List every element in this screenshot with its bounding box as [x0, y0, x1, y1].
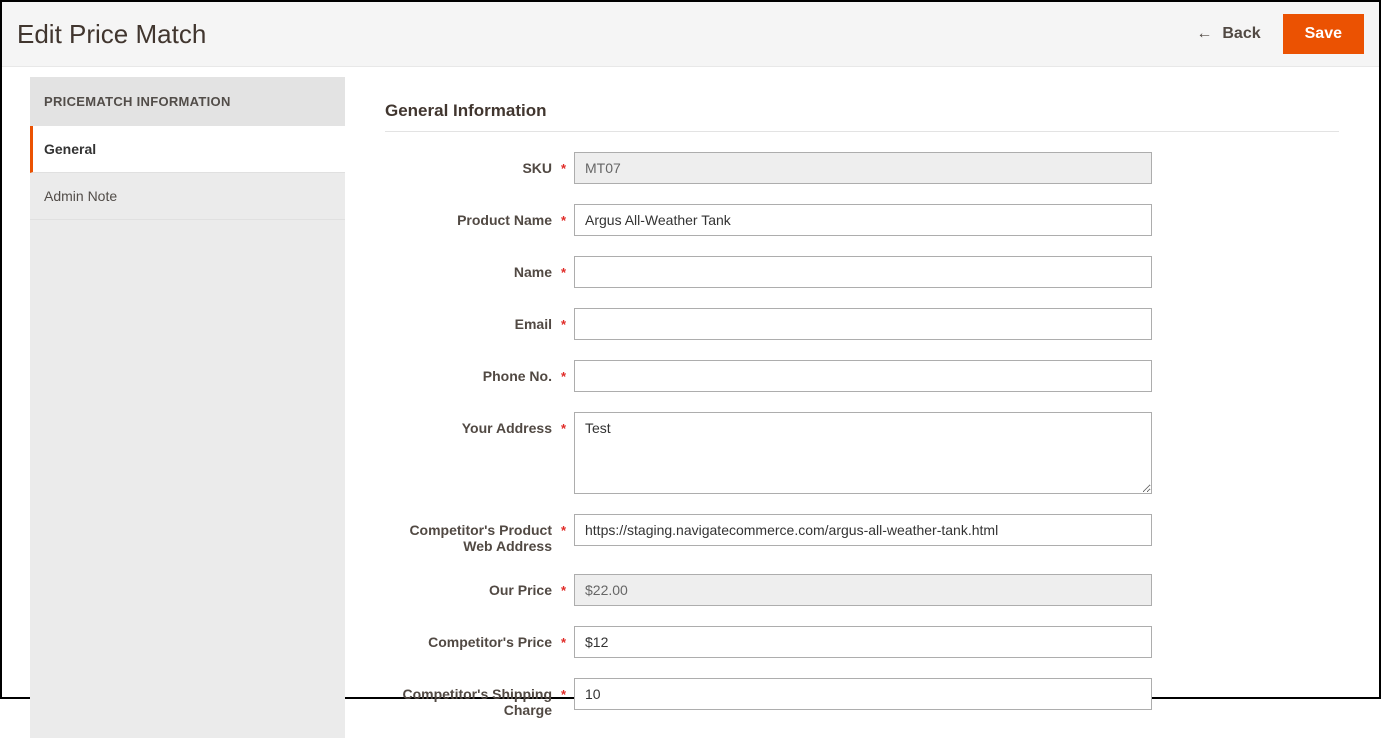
input-competitor-url[interactable] — [574, 514, 1152, 546]
field-address: Your Address * — [385, 412, 1339, 494]
required-star-icon: * — [561, 687, 566, 702]
label-product-name: Product Name * — [385, 204, 574, 228]
label-phone: Phone No. * — [385, 360, 574, 384]
input-phone[interactable] — [574, 360, 1152, 392]
page-header: Edit Price Match ← Back Save — [2, 2, 1379, 67]
input-competitor-shipping[interactable] — [574, 678, 1152, 710]
field-sku: SKU * — [385, 152, 1339, 184]
input-our-price — [574, 574, 1152, 606]
sidebar-title: PRICEMATCH INFORMATION — [30, 77, 345, 126]
back-label: Back — [1222, 25, 1260, 43]
label-competitor-shipping: Competitor's Shipping Charge * — [385, 678, 574, 718]
label-name: Name * — [385, 256, 574, 280]
required-star-icon: * — [561, 583, 566, 598]
input-sku — [574, 152, 1152, 184]
field-email: Email * — [385, 308, 1339, 340]
textarea-address[interactable] — [574, 412, 1152, 494]
label-sku: SKU * — [385, 152, 574, 176]
required-star-icon: * — [561, 213, 566, 228]
label-email: Email * — [385, 308, 574, 332]
sidebar-item-label: General — [44, 141, 96, 157]
sidebar-item-general[interactable]: General — [30, 126, 345, 173]
input-competitor-price[interactable] — [574, 626, 1152, 658]
sidebar: PRICEMATCH INFORMATION General Admin Not… — [30, 77, 345, 738]
required-star-icon: * — [561, 161, 566, 176]
required-star-icon: * — [561, 421, 566, 436]
save-button[interactable]: Save — [1283, 14, 1364, 54]
field-our-price: Our Price * — [385, 574, 1339, 606]
back-button[interactable]: ← Back — [1196, 25, 1260, 43]
sidebar-item-label: Admin Note — [44, 188, 117, 204]
header-actions: ← Back Save — [1196, 14, 1364, 54]
field-competitor-url: Competitor's Product Web Address * — [385, 514, 1339, 554]
required-star-icon: * — [561, 635, 566, 650]
field-competitor-price: Competitor's Price * — [385, 626, 1339, 658]
required-star-icon: * — [561, 369, 566, 384]
section-title: General Information — [385, 101, 1339, 132]
label-our-price: Our Price * — [385, 574, 574, 598]
main-panel: General Information SKU * Product Name *… — [345, 77, 1379, 738]
label-competitor-price: Competitor's Price * — [385, 626, 574, 650]
input-name[interactable] — [574, 256, 1152, 288]
label-competitor-url: Competitor's Product Web Address * — [385, 514, 574, 554]
content-area: PRICEMATCH INFORMATION General Admin Not… — [2, 67, 1379, 738]
field-competitor-shipping: Competitor's Shipping Charge * — [385, 678, 1339, 718]
arrow-left-icon: ← — [1196, 26, 1212, 42]
required-star-icon: * — [561, 317, 566, 332]
label-address: Your Address * — [385, 412, 574, 436]
sidebar-item-admin-note[interactable]: Admin Note — [30, 173, 345, 220]
required-star-icon: * — [561, 523, 566, 538]
input-email[interactable] — [574, 308, 1152, 340]
field-product-name: Product Name * — [385, 204, 1339, 236]
page-title: Edit Price Match — [17, 19, 206, 50]
field-phone: Phone No. * — [385, 360, 1339, 392]
field-name: Name * — [385, 256, 1339, 288]
input-product-name[interactable] — [574, 204, 1152, 236]
required-star-icon: * — [561, 265, 566, 280]
